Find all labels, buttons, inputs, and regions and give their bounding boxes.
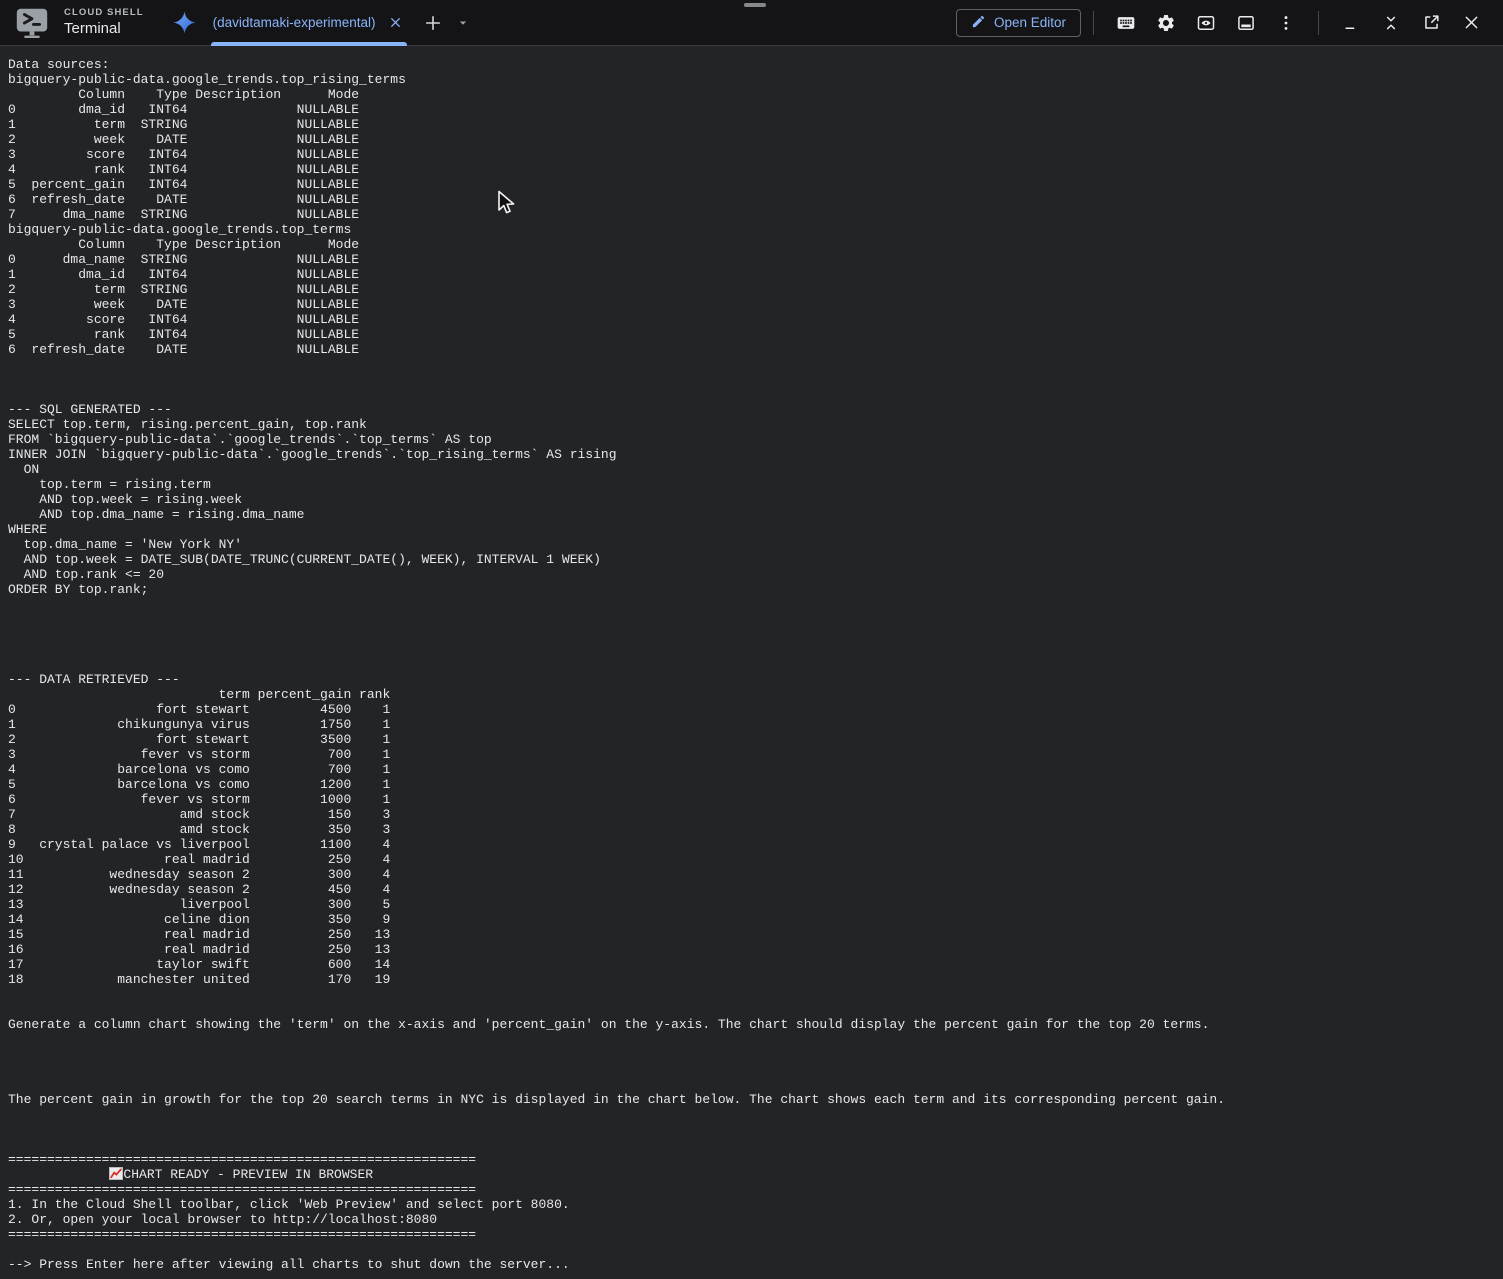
cloud-shell-header: CLOUD SHELL Terminal (davidtamaki-experi… — [0, 0, 1503, 46]
chart-ready-indent — [8, 1167, 109, 1182]
terminal-lines-bottom: ========================================… — [8, 1182, 570, 1272]
open-editor-label: Open Editor — [994, 15, 1066, 30]
cloud-shell-logo-icon — [12, 3, 52, 43]
minimize-icon[interactable] — [1331, 3, 1371, 43]
gemini-diamond-icon[interactable] — [172, 10, 197, 35]
chart-increasing-emoji-icon — [109, 1167, 123, 1180]
terminal-output[interactable]: Data sources: bigquery-public-data.googl… — [0, 47, 1503, 1279]
settings-gear-icon[interactable] — [1146, 3, 1186, 43]
close-icon[interactable] — [1451, 3, 1491, 43]
active-tab-underline — [211, 42, 408, 46]
toolbar-divider — [1093, 11, 1094, 35]
drag-handle[interactable] — [744, 3, 766, 7]
terminal-tab[interactable]: (davidtamaki-experimental) — [213, 0, 404, 46]
edit-pencil-icon — [971, 14, 986, 32]
panel-layout-icon[interactable] — [1226, 3, 1266, 43]
window-controls-divider — [1318, 11, 1319, 35]
cloud-shell-label: CLOUD SHELL — [64, 8, 144, 18]
open-in-new-icon[interactable] — [1411, 3, 1451, 43]
open-editor-button[interactable]: Open Editor — [956, 9, 1081, 37]
terminal-title: Terminal — [64, 21, 144, 38]
terminal-lines-top: Data sources: bigquery-public-data.googl… — [8, 57, 1225, 1167]
chart-ready-label: CHART READY - PREVIEW IN BROWSER — [123, 1167, 373, 1182]
tab-list-caret-icon[interactable] — [453, 13, 473, 33]
web-preview-icon[interactable] — [1186, 3, 1226, 43]
tab-close-icon[interactable] — [387, 15, 403, 31]
chart-ready-line: CHART READY - PREVIEW IN BROWSER — [8, 1167, 373, 1182]
tab-label: (davidtamaki-experimental) — [213, 15, 376, 30]
title-block: CLOUD SHELL Terminal — [64, 8, 144, 38]
keyboard-icon[interactable] — [1106, 3, 1146, 43]
more-vertical-dots-icon[interactable] — [1266, 3, 1306, 43]
collapse-icon[interactable] — [1371, 3, 1411, 43]
add-tab-plus-icon[interactable] — [419, 9, 447, 37]
header-right-toolbar: Open Editor — [956, 3, 1491, 43]
